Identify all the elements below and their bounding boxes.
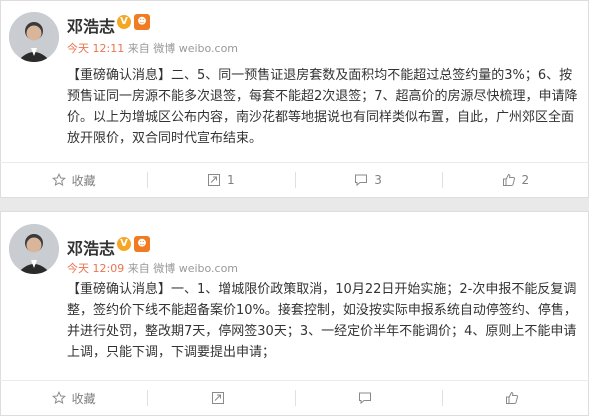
like-button[interactable]: 2 [441,163,589,197]
author-name[interactable]: 邓浩志 [67,13,115,37]
post-source[interactable]: 来自 微博 weibo.com [128,42,238,55]
favorite-label: 收藏 [71,173,96,188]
comment-icon [359,392,372,405]
post-actions: 收藏 [0,381,589,415]
comment-button[interactable] [294,381,442,415]
vip-badge-icon: ☻ [134,14,150,30]
comment-count: 3 [374,173,382,187]
author-avatar[interactable] [9,224,59,274]
repost-button[interactable]: 1 [147,163,294,197]
thumbs-up-icon [502,173,515,186]
post-actions: 收藏 1 3 2 [0,163,589,197]
comment-icon [355,174,368,187]
post-source[interactable]: 来自 微博 weibo.com [128,262,238,275]
star-icon [51,391,66,405]
comment-button[interactable]: 3 [294,163,442,197]
favorite-label: 收藏 [71,391,96,406]
author-name[interactable]: 邓浩志 [67,235,115,259]
thumbs-up-icon [506,391,519,404]
repost-icon [208,174,221,186]
post-time[interactable]: 今天 12:11 [67,42,124,55]
repost-icon [211,392,224,404]
verified-badge-icon: V [117,237,131,251]
post-meta: 今天 12:09 来自 微博 weibo.com [67,260,238,276]
post-time[interactable]: 今天 12:09 [67,262,124,275]
vip-badge-icon: ☻ [134,236,150,252]
author-avatar[interactable] [9,12,59,62]
favorite-button[interactable]: 收藏 [0,381,147,415]
repost-button[interactable] [147,381,294,415]
like-button[interactable] [441,381,589,415]
post-meta: 今天 12:11 来自 微博 weibo.com [67,40,238,56]
repost-count: 1 [227,173,235,187]
verified-badge-icon: V [117,15,131,29]
post-text: 【重磅确认消息】一、1、增城限价政策取消，10月22日开始实施；2-次申报不能反… [67,282,577,360]
like-count: 2 [521,173,530,187]
favorite-button[interactable]: 收藏 [0,163,147,197]
star-icon [51,173,66,187]
post-text: 【重磅确认消息】二、5、同一预售证退房套数及面积均不能超过总签约量的3%；6、按… [67,68,578,146]
